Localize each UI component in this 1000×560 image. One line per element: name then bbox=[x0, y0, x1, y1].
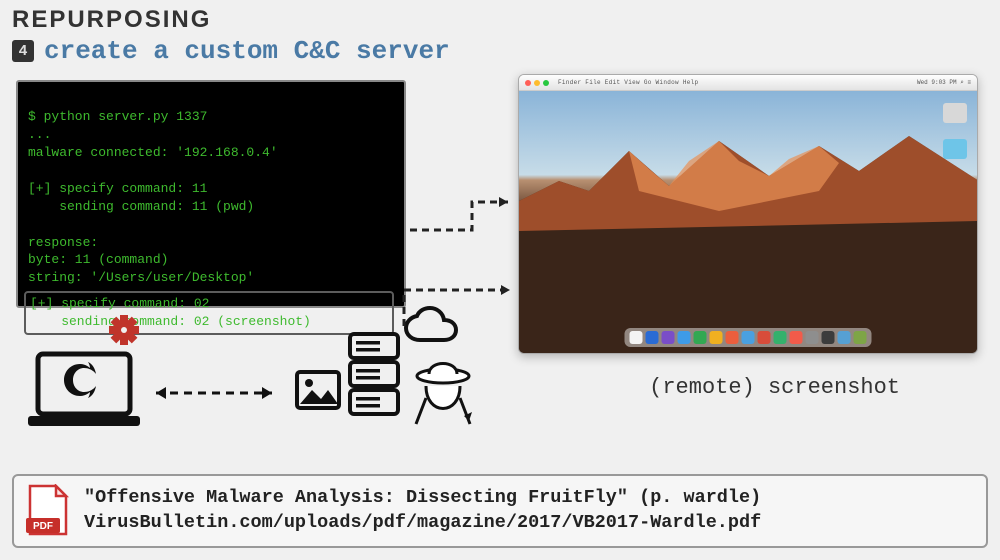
remote-screenshot-window: Finder File Edit View Go Window Help Wed… bbox=[518, 74, 978, 354]
dock-app-icon bbox=[854, 331, 867, 344]
svg-text:PDF: PDF bbox=[33, 521, 53, 532]
term-line: [+] specify command: 11 bbox=[28, 181, 207, 196]
term-line: response: bbox=[28, 235, 98, 250]
dock-app-icon bbox=[790, 331, 803, 344]
traffic-light-close-icon bbox=[525, 80, 531, 86]
dock-app-icon bbox=[646, 331, 659, 344]
pdf-file-icon: PDF bbox=[26, 484, 70, 538]
term-line: byte: 11 (command) bbox=[28, 252, 168, 267]
dock-app-icon bbox=[726, 331, 739, 344]
page-title: REPURPOSING bbox=[12, 6, 988, 34]
mountain-icon bbox=[519, 91, 978, 354]
term-line: sending command: 11 (pwd) bbox=[28, 199, 254, 214]
subtitle-text: create a custom C&C server bbox=[44, 36, 450, 66]
term-line: string: '/Users/user/Desktop' bbox=[28, 270, 254, 285]
term-line: [+] specify command: 02 bbox=[30, 296, 209, 311]
dashed-connector-icon bbox=[400, 282, 520, 332]
bottom-diagram bbox=[14, 320, 504, 455]
dock-app-icon bbox=[662, 331, 675, 344]
subtitle-row: 4 create a custom C&C server bbox=[0, 36, 1000, 70]
menubar-left: Finder File Edit View Go Window Help bbox=[558, 79, 698, 86]
dock-app-icon bbox=[806, 331, 819, 344]
term-line: ... bbox=[28, 127, 51, 142]
server-icon bbox=[344, 330, 404, 423]
dock-app-icon bbox=[822, 331, 835, 344]
picture-icon bbox=[294, 366, 342, 419]
footer-text: "Offensive Malware Analysis: Dissecting … bbox=[84, 486, 761, 536]
spy-icon bbox=[412, 356, 474, 433]
dock-app-icon bbox=[710, 331, 723, 344]
traffic-light-max-icon bbox=[543, 80, 549, 86]
desktop-item-icon bbox=[943, 139, 967, 159]
laptop-icon bbox=[24, 350, 144, 440]
desktop-item-icon bbox=[943, 103, 967, 123]
desktop-wallpaper bbox=[519, 91, 977, 353]
window-chrome: Finder File Edit View Go Window Help Wed… bbox=[519, 75, 977, 91]
dock-app-icon bbox=[678, 331, 691, 344]
menubar-right: Wed 9:03 PM ⌕ ≡ bbox=[917, 79, 971, 86]
bidirectional-arrow-icon bbox=[144, 383, 284, 403]
virus-icon bbox=[108, 314, 140, 346]
remote-caption: (remote) screenshot bbox=[649, 375, 900, 400]
dashed-connector-icon bbox=[408, 196, 518, 236]
dock-app-icon bbox=[694, 331, 707, 344]
traffic-light-min-icon bbox=[534, 80, 540, 86]
term-line: $ python server.py 1337 bbox=[28, 109, 207, 124]
term-line: malware connected: '192.168.0.4' bbox=[28, 145, 278, 160]
dock-app-icon bbox=[758, 331, 771, 344]
footer-line1: "Offensive Malware Analysis: Dissecting … bbox=[84, 486, 761, 511]
step-badge: 4 bbox=[12, 40, 34, 62]
terminal-window: $ python server.py 1337 ... malware conn… bbox=[16, 80, 406, 308]
dock-app-icon bbox=[630, 331, 643, 344]
dock-app-icon bbox=[774, 331, 787, 344]
footer-line2: VirusBulletin.com/uploads/pdf/magazine/2… bbox=[84, 511, 761, 536]
dock bbox=[625, 328, 872, 347]
dock-app-icon bbox=[742, 331, 755, 344]
footer-reference: PDF "Offensive Malware Analysis: Dissect… bbox=[12, 474, 988, 548]
dock-app-icon bbox=[838, 331, 851, 344]
